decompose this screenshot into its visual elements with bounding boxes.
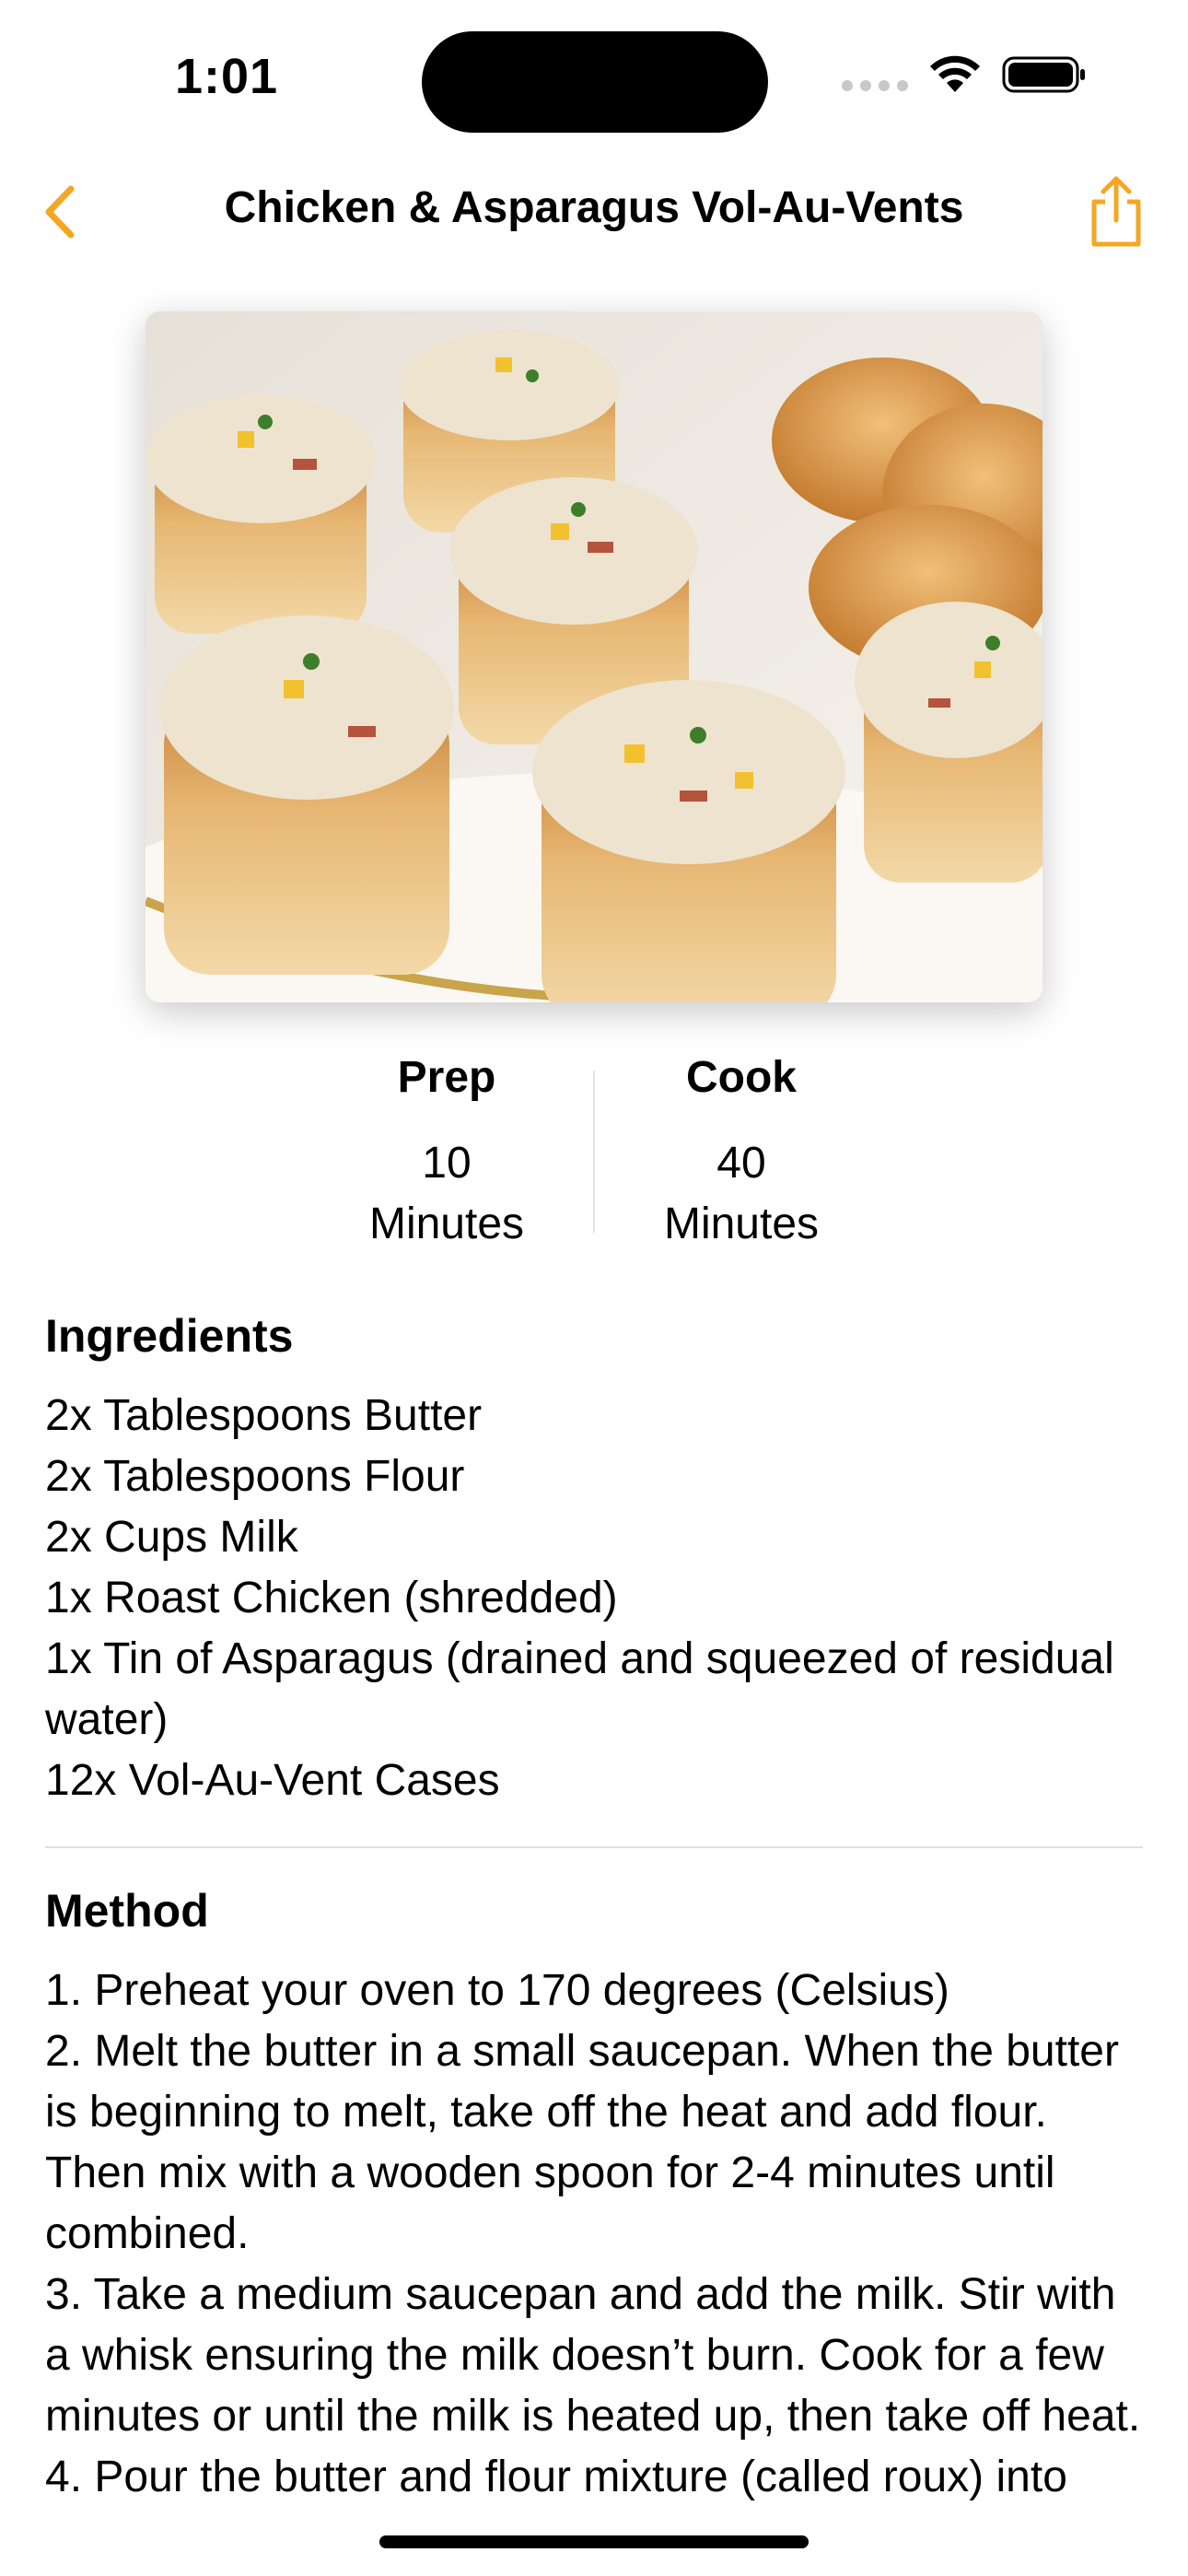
ingredient-list: 2x Tablespoons Butter 2x Tablespoons Flo… bbox=[45, 1386, 1141, 1811]
prep-value: 10 bbox=[422, 1139, 472, 1188]
battery-icon bbox=[1002, 56, 1085, 93]
cook-unit: Minutes bbox=[663, 1200, 820, 1248]
method-step: 1. Preheat your oven to 170 degrees (Cel… bbox=[45, 1966, 949, 2015]
wifi-icon bbox=[930, 55, 980, 92]
method-step: 4. Pour the butter and flour mixture (ca… bbox=[45, 2453, 1067, 2501]
page-title: Chicken & Asparagus Vol-Au-Vents bbox=[224, 183, 964, 232]
prep-heading: Prep bbox=[397, 1053, 496, 1102]
status-icons bbox=[842, 55, 1087, 94]
dynamic-island bbox=[422, 31, 768, 133]
ingredient-item: 2x Tablespoons Butter bbox=[45, 1391, 483, 1440]
back-button[interactable] bbox=[28, 175, 92, 249]
prep-unit: Minutes bbox=[368, 1200, 525, 1248]
ingredient-item: 1x Tin of Asparagus (drained and squeeze… bbox=[45, 1634, 1114, 1744]
home-indicator[interactable] bbox=[379, 2535, 809, 2548]
ingredient-item: 1x Roast Chicken (shredded) bbox=[45, 1574, 618, 1622]
ingredient-item: 2x Cups Milk bbox=[45, 1513, 298, 1562]
status-time: 1:01 bbox=[175, 49, 279, 104]
section-divider bbox=[45, 1846, 1143, 1848]
cook-time: Cook 40 Minutes bbox=[594, 1050, 889, 1255]
cellular-signal-icon bbox=[842, 58, 908, 91]
method-steps: 1. Preheat your oven to 170 degrees (Cel… bbox=[45, 1961, 1141, 2508]
navigation-bar: Chicken & Asparagus Vol-Au-Vents bbox=[0, 157, 1188, 267]
status-bar: 1:01 bbox=[0, 0, 1188, 157]
share-icon bbox=[1091, 176, 1141, 247]
ingredient-item: 12x Vol-Au-Vent Cases bbox=[45, 1756, 500, 1805]
method-step: 2. Melt the butter in a small saucepan. … bbox=[45, 2027, 1119, 2258]
prep-time: Prep 10 Minutes bbox=[299, 1050, 594, 1255]
cook-value: 40 bbox=[716, 1139, 766, 1188]
recipe-photo bbox=[146, 311, 1042, 1002]
ingredients-heading: Ingredients bbox=[45, 1310, 294, 1362]
chevron-left-icon bbox=[45, 185, 75, 239]
method-step: 3. Take a medium saucepan and add the mi… bbox=[45, 2270, 1141, 2441]
share-button[interactable] bbox=[1079, 166, 1153, 258]
cook-heading: Cook bbox=[686, 1053, 797, 1102]
method-heading: Method bbox=[45, 1885, 209, 1937]
time-summary: Prep 10 Minutes Cook 40 Minutes bbox=[0, 1050, 1188, 1253]
ingredients-section: Ingredients 2x Tablespoons Butter 2x Tab… bbox=[45, 1306, 1141, 1811]
ingredient-item: 2x Tablespoons Flour bbox=[45, 1452, 465, 1501]
method-section: Method 1. Preheat your oven to 170 degre… bbox=[45, 1881, 1141, 2508]
